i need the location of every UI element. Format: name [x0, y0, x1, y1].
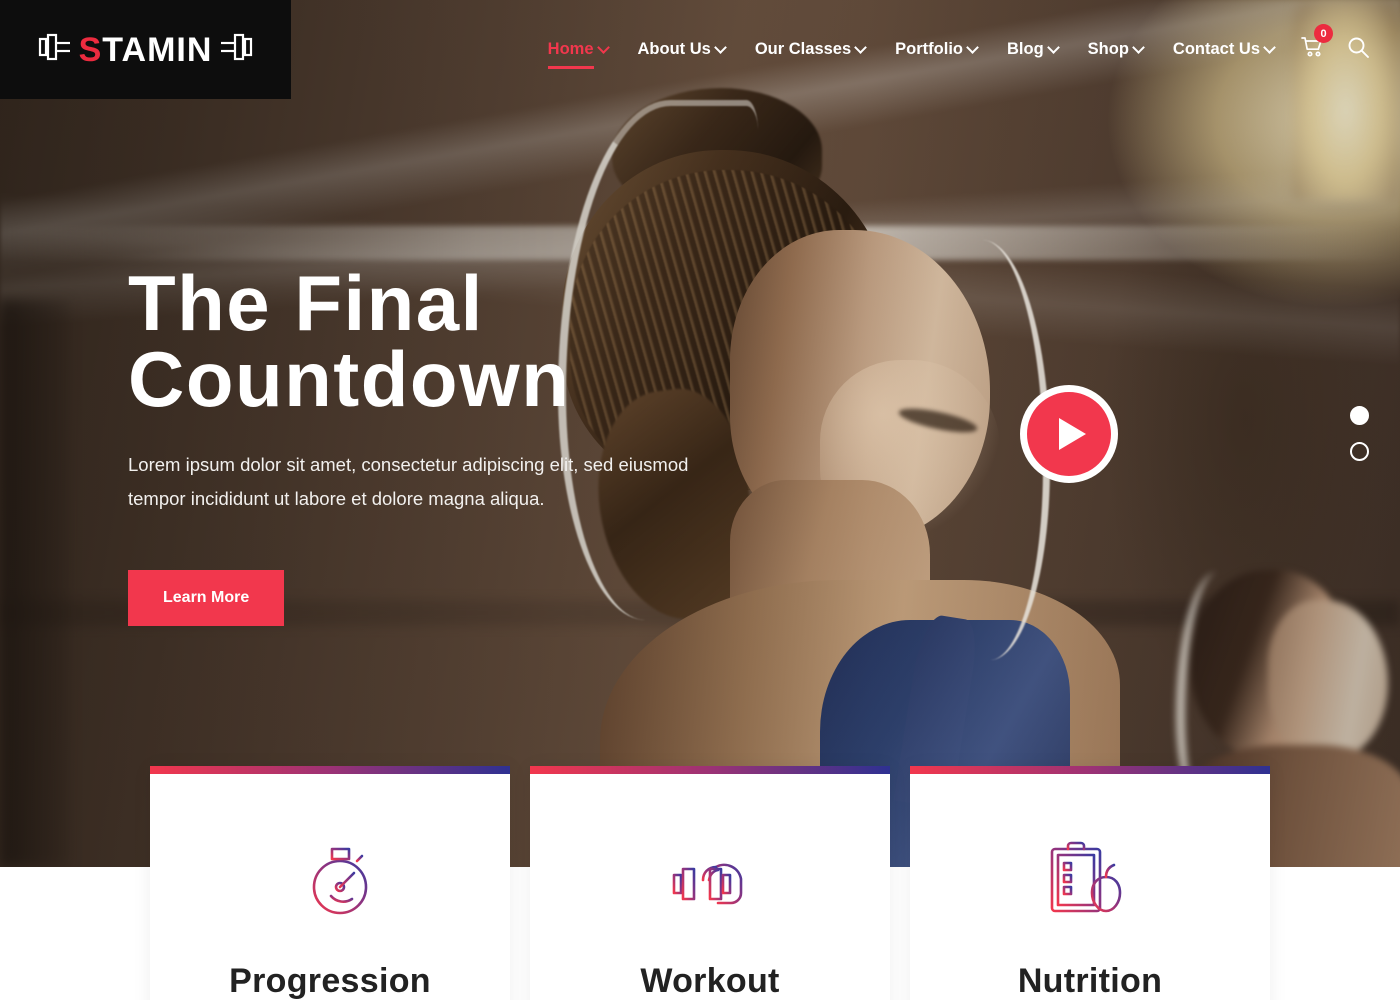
hero-title: The Final Countdown: [128, 259, 828, 424]
feature-card-nutrition[interactable]: Nutrition: [910, 766, 1270, 1000]
logo-accent-letter: S: [78, 30, 103, 69]
hero-content: The Final Countdown Lorem ipsum dolor si…: [128, 259, 828, 627]
hero-subtitle-line-2: tempor incididunt ut labore et dolore ma…: [128, 488, 545, 510]
cart-badge: 0: [1314, 24, 1333, 43]
slider-dot-1[interactable]: [1350, 406, 1369, 425]
nav-label-our-classes: Our Classes: [754, 40, 852, 58]
feature-cards: Progression Workout Nutrition: [150, 766, 1270, 1000]
feature-card-workout[interactable]: Workout: [530, 766, 890, 1000]
clipboard-apple-icon: [930, 836, 1250, 926]
card-top-gradient-bar: [150, 766, 510, 774]
play-icon: [1059, 418, 1086, 450]
active-indicator: [547, 66, 594, 69]
hero-subtitle: Lorem ipsum dolor sit amet, consectetur …: [128, 448, 698, 516]
nav-label-about-us: About Us: [637, 40, 711, 58]
learn-more-button[interactable]: Learn More: [128, 570, 285, 627]
logo[interactable]: STAMIN: [0, 0, 291, 99]
nav-item-contact-us[interactable]: Contact Us: [1158, 0, 1289, 99]
card-title-workout: Workout: [640, 962, 780, 1000]
nav-item-home[interactable]: Home: [533, 0, 623, 99]
hero-subtitle-line-1: Lorem ipsum dolor sit amet, consectetur …: [128, 453, 689, 475]
site-header: STAMIN Home About Us Our Classes Portfol…: [0, 0, 1400, 100]
chevron-down-icon: [856, 43, 865, 52]
logo-rest-letters: TAMIN: [102, 30, 213, 69]
nav-label-blog: Blog: [1006, 40, 1044, 58]
card-top-gradient-bar: [910, 766, 1270, 774]
chevron-down-icon: [968, 43, 977, 52]
dumbbell-boxing-glove-icon: [550, 836, 870, 926]
main-navigation: Home About Us Our Classes Portfolio Blog…: [533, 0, 1384, 99]
chevron-down-icon: [716, 43, 725, 52]
card-top-gradient-bar: [530, 766, 890, 774]
nav-label-contact-us: Contact Us: [1172, 40, 1260, 58]
nav-label-portfolio: Portfolio: [895, 40, 963, 58]
nav-item-portfolio[interactable]: Portfolio: [880, 0, 992, 99]
stopwatch-icon: [170, 836, 490, 926]
chevron-down-icon: [599, 43, 608, 52]
video-play-button[interactable]: [1020, 385, 1118, 483]
logo-text: STAMIN: [79, 33, 213, 67]
nav-item-about-us[interactable]: About Us: [623, 0, 740, 99]
hero-title-line-1: The Final: [128, 259, 484, 347]
feature-card-progression[interactable]: Progression: [150, 766, 510, 1000]
dumbbell-icon-left: [37, 32, 71, 67]
nav-item-blog[interactable]: Blog: [992, 0, 1073, 99]
hero-title-line-2: Countdown: [128, 335, 571, 424]
slider-pagination: [1350, 406, 1369, 478]
search-icon: [1347, 36, 1370, 64]
dumbbell-icon-right: [220, 32, 254, 67]
card-title-progression: Progression: [229, 962, 431, 1000]
nav-label-home: Home: [547, 40, 594, 58]
chevron-down-icon: [1049, 43, 1058, 52]
chevron-down-icon: [1265, 43, 1274, 52]
search-button[interactable]: [1337, 0, 1384, 99]
nav-item-shop[interactable]: Shop: [1073, 0, 1158, 99]
chevron-down-icon: [1134, 43, 1143, 52]
nav-item-our-classes[interactable]: Our Classes: [740, 0, 880, 99]
slider-dot-2[interactable]: [1350, 442, 1369, 461]
cart-button[interactable]: 0: [1289, 0, 1337, 99]
card-title-nutrition: Nutrition: [1017, 962, 1163, 1000]
nav-label-shop: Shop: [1087, 40, 1129, 58]
